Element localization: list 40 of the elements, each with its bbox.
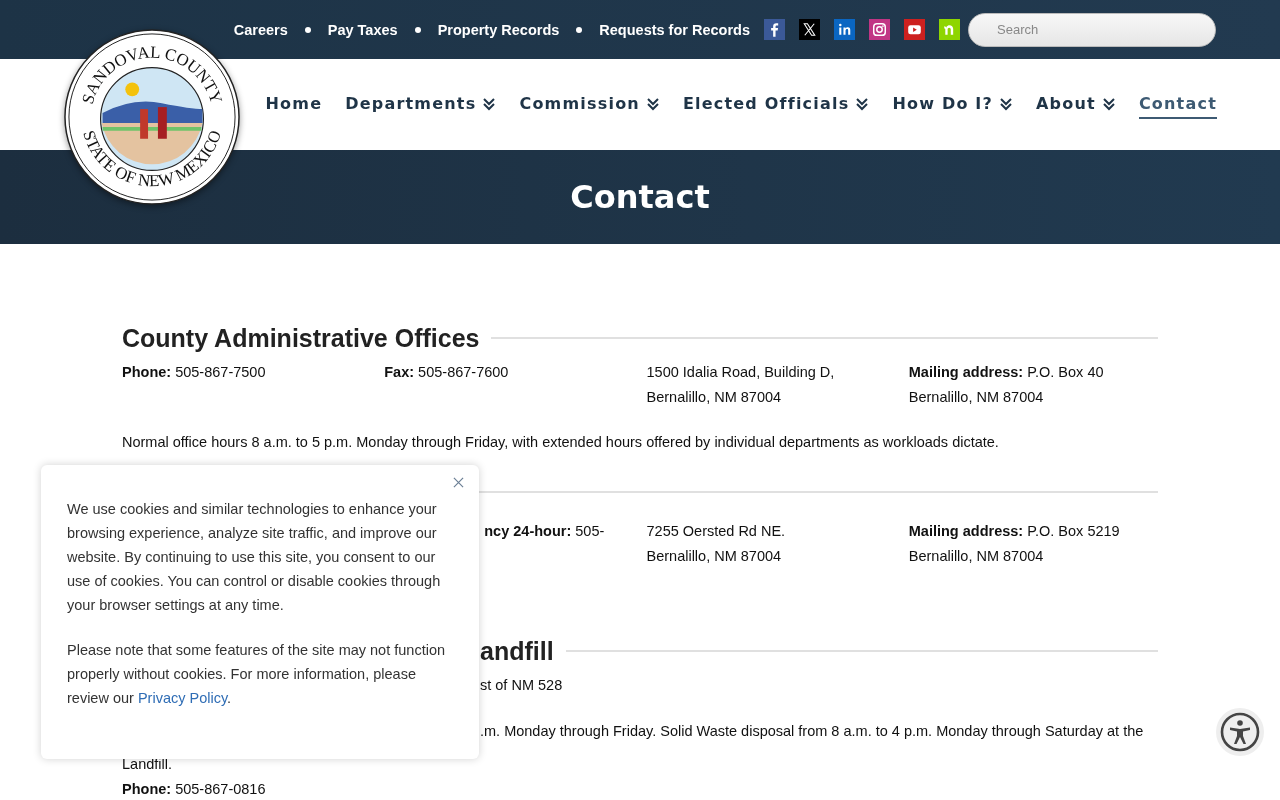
contact-text: Landfill. (122, 755, 173, 774)
top-link[interactable]: Requests for Records (599, 21, 750, 38)
cookie-text: Please note that some features of the site may not function properly without cookies. For more information, please review our Privacy Policy. (67, 641, 447, 708)
separator-dot (304, 26, 311, 33)
contact-text: Normal office hours 8 a.m. to 5 p.m. Monday through Friday, with extended hours offered by individual departments as workloads dictate. (122, 433, 1000, 452)
nav-item[interactable]: How Do I? (892, 90, 1013, 119)
separator-dot (576, 26, 583, 33)
nav-item[interactable]: Contact (1138, 90, 1217, 119)
contact-text: st of NM 528 (480, 676, 564, 695)
nav-item[interactable]: Elected Officials (682, 90, 870, 119)
contact-text: ncy 24-hour: 505- (484, 522, 606, 541)
top-link[interactable]: Pay Taxes (327, 21, 398, 38)
page-title: Contact (570, 178, 710, 216)
contact-text: Phone: 505-867-0816 (122, 780, 267, 799)
nav-item[interactable]: Home (265, 90, 323, 119)
contact-text: Phone: 505-867-7500 (122, 363, 267, 382)
section-heading: andfill (480, 636, 554, 666)
contact-text: Bernalillo, NM 87004 (646, 388, 783, 407)
contact-text: Fax: 505-867-7600 (384, 363, 510, 382)
contact-text: 7255 Oersted Rd NE. (646, 522, 787, 541)
contact-text: Bernalillo, NM 87004 (908, 547, 1045, 566)
close-icon[interactable] (453, 477, 464, 488)
accessibility-button[interactable] (1216, 708, 1264, 756)
contact-text: Mailing address: P.O. Box 5219 (908, 522, 1121, 541)
separator-dot (414, 26, 421, 33)
cookie-text: We use cookies and similar technologies to enhance your browsing experience, analyze site traffic, and improve our website. By continuing to use this site, you consent to our use of cookies. You can control or disable cookies through your browser settings at any time. (67, 500, 442, 615)
search-field[interactable]: Search (968, 12, 1216, 47)
social-link-icon[interactable] (799, 19, 820, 40)
accessibility-icon (1220, 712, 1260, 752)
nav-item[interactable]: Departments (345, 90, 497, 119)
contact-text: .m. Monday through Friday. Solid Waste disposal from 8 a.m. to 4 p.m. Monday through Saturday at the (480, 722, 1145, 741)
nav-item[interactable]: About (1036, 90, 1116, 119)
social-link-icon[interactable] (764, 19, 785, 40)
section-heading: County Administrative Offices (122, 323, 480, 353)
contact-text: Bernalillo, NM 87004 (908, 388, 1045, 407)
contact-text: Bernalillo, NM 87004 (646, 547, 783, 566)
top-link[interactable]: Property Records (437, 21, 560, 38)
nav-item[interactable]: Commission (519, 90, 660, 119)
contact-text: 1500 Idalia Road, Building D, (646, 363, 836, 382)
contact-text: Mailing address: P.O. Box 40 (908, 363, 1105, 382)
